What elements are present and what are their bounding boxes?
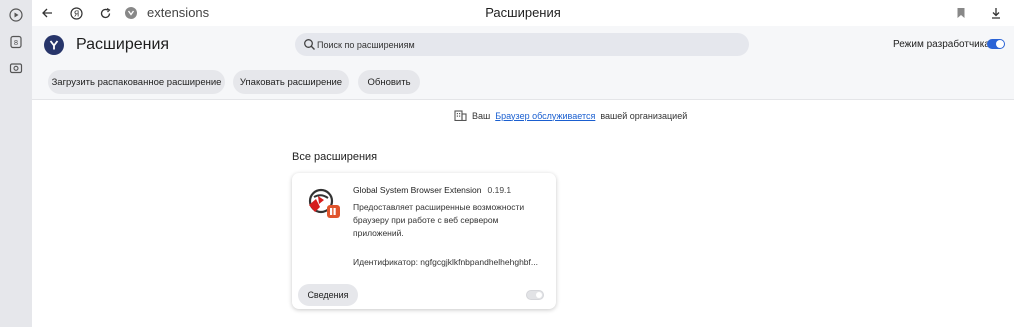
bookmarks-panel-icon[interactable]: 8 [7, 33, 25, 51]
browser-window: Я extensions Расширения Расширения Режим… [32, 0, 1014, 327]
extension-logo-icon [306, 186, 342, 220]
extension-enable-toggle[interactable] [526, 290, 544, 300]
org-notice-prefix: Ваш [472, 110, 491, 121]
dev-mode-label: Режим разработчика [893, 39, 990, 50]
managed-browser-link[interactable]: Браузер обслуживается [495, 111, 595, 121]
details-button[interactable]: Сведения [298, 284, 358, 306]
address-bar: Я extensions Расширения [32, 0, 1014, 26]
bookmark-icon[interactable] [952, 4, 970, 22]
side-panel: 8 [0, 0, 32, 327]
update-button[interactable]: Обновить [358, 70, 420, 94]
load-unpacked-button[interactable]: Загрузить распакованное расширение [48, 70, 225, 94]
building-icon [454, 110, 467, 121]
extensions-header: Расширения Режим разработчика Загрузить … [32, 26, 1014, 100]
section-title: Все расширения [292, 151, 378, 163]
extension-card: Global System Browser Extension 0.19.1 Пр… [292, 173, 556, 309]
browser-logo-icon [44, 35, 64, 55]
search-box[interactable] [295, 33, 749, 56]
search-icon [304, 39, 315, 50]
extension-id: Идентификатор: ngfgcgjklkfnbpandhelhehgh… [353, 257, 538, 267]
page-title-bar: Расширения [485, 5, 561, 20]
download-icon[interactable] [987, 4, 1005, 22]
org-notice-suffix: вашей организацией [600, 110, 688, 121]
play-icon[interactable] [7, 6, 25, 24]
extension-title: Global System Browser Extension [353, 185, 482, 195]
org-managed-notice: Ваш Браузер обслуживается вашей организа… [454, 110, 687, 121]
svg-text:8: 8 [14, 39, 18, 47]
search-input[interactable] [317, 33, 737, 56]
pack-extension-button[interactable]: Упаковать расширение [233, 70, 349, 94]
screenshot-icon[interactable] [7, 59, 25, 77]
extension-name: Global System Browser Extension 0.19.1 [353, 185, 511, 195]
extension-version: 0.19.1 [487, 185, 512, 195]
page-title: Расширения [76, 36, 170, 53]
extension-description: Предоставляет расширенные возможности бр… [353, 202, 525, 238]
dev-mode-toggle[interactable] [987, 39, 1005, 49]
